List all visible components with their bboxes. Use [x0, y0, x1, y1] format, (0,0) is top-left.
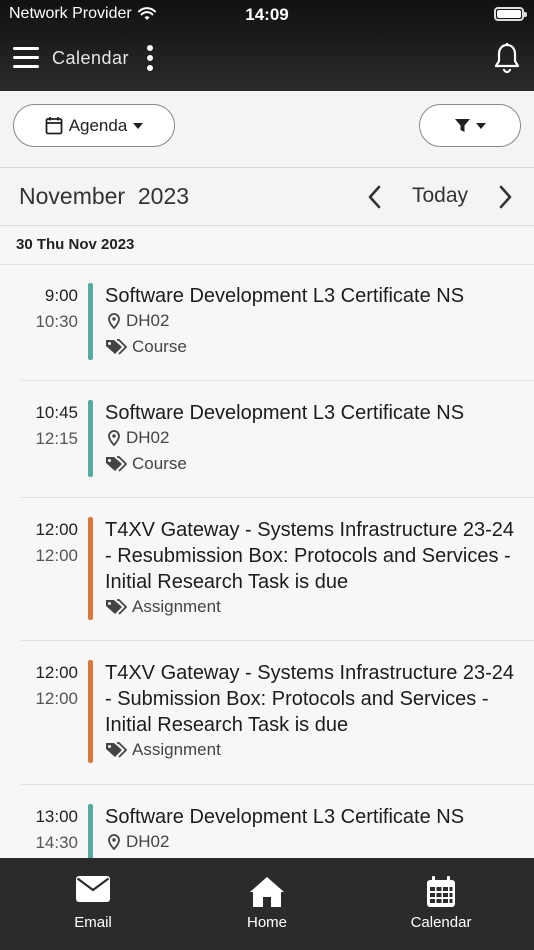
tags-icon — [106, 742, 127, 758]
event-start-time: 13:00 — [35, 807, 78, 826]
event-location-label: DH02 — [126, 832, 170, 851]
event-color-bar — [88, 283, 93, 360]
status-bar: Network Provider 14:09 — [0, 0, 534, 28]
more-options-icon[interactable] — [146, 45, 154, 71]
tab-home-label: Home — [246, 914, 287, 931]
tags-icon — [106, 599, 127, 615]
calendar-small-icon — [45, 117, 63, 135]
filter-button[interactable] — [419, 104, 521, 147]
top-header: Network Provider 14:09 Calendar — [0, 0, 534, 91]
tab-email-label: Email — [74, 914, 112, 931]
event-tag: Assignment — [105, 740, 221, 760]
event-title: Software Development L3 Certificate NS — [105, 285, 465, 307]
menu-icon[interactable] — [13, 47, 39, 69]
event-item[interactable]: 9:00 10:30 Software Development L3 Certi… — [0, 265, 534, 381]
battery-icon — [494, 7, 527, 21]
event-item[interactable]: 12:00 12:00 T4XV Gateway - Systems Infra… — [0, 641, 534, 785]
event-item[interactable]: 13:00 14:30 Software Development L3 Cert… — [0, 785, 534, 858]
tags-icon — [106, 456, 127, 472]
bottom-tab-bar: Email Home Calendar — [0, 858, 534, 950]
filter-icon — [454, 118, 470, 132]
calendar-icon-wrap — [352, 876, 530, 908]
email-icon-wrap — [4, 876, 182, 908]
event-color-bar — [88, 400, 93, 477]
today-button[interactable]: Today — [412, 184, 468, 208]
event-location: DH02 — [107, 428, 169, 448]
month-title: November 2023 — [19, 183, 190, 209]
tab-email[interactable]: Email — [4, 858, 182, 950]
day-header-label: 30 Thu Nov 2023 — [16, 236, 135, 253]
previous-month-chevron-icon[interactable] — [362, 183, 388, 211]
event-end-time: 12:15 — [35, 429, 78, 448]
event-title: Software Development L3 Certificate NS — [105, 806, 465, 828]
event-tag: Assignment — [105, 597, 221, 617]
event-tag-label: Assignment — [132, 597, 221, 616]
event-location-label: DH02 — [126, 311, 170, 330]
event-title: Software Development L3 Certificate NS — [105, 402, 465, 424]
home-icon — [250, 877, 284, 907]
event-title: T4XV Gateway - Systems Infrastructure 23… — [105, 519, 515, 593]
status-time: 14:09 — [245, 5, 289, 24]
tab-calendar-label: Calendar — [410, 914, 472, 931]
event-start-time: 12:00 — [35, 520, 78, 539]
event-end-time: 14:30 — [35, 833, 78, 852]
tab-home[interactable]: Home — [178, 858, 356, 950]
tags-icon — [106, 339, 127, 355]
map-pin-icon — [108, 429, 120, 446]
agenda-list[interactable]: 9:00 10:30 Software Development L3 Certi… — [0, 265, 534, 858]
event-tag-label: Course — [132, 337, 187, 356]
event-end-time: 12:00 — [35, 546, 78, 565]
event-start-time: 10:45 — [35, 403, 78, 422]
caret-down-icon — [475, 122, 486, 129]
event-color-bar — [88, 804, 93, 858]
event-item[interactable]: 12:00 12:00 T4XV Gateway - Systems Infra… — [0, 498, 534, 641]
caret-down-icon — [133, 122, 144, 129]
event-start-time: 12:00 — [35, 663, 78, 682]
event-tag-label: Assignment — [132, 740, 221, 759]
event-location: DH02 — [107, 832, 169, 852]
calendar-icon — [427, 876, 455, 907]
event-location-label: DH02 — [126, 428, 170, 447]
view-selector-label: Agenda — [68, 115, 128, 135]
event-item[interactable]: 10:45 12:15 Software Development L3 Cert… — [0, 381, 534, 498]
notifications-bell-icon[interactable] — [492, 42, 522, 74]
event-end-time: 10:30 — [35, 312, 78, 331]
event-title: T4XV Gateway - Systems Infrastructure 23… — [105, 662, 515, 736]
toolbar: Agenda — [0, 91, 534, 168]
next-month-chevron-icon[interactable] — [492, 183, 518, 211]
event-start-time: 9:00 — [44, 286, 78, 305]
app-bar: Calendar — [0, 36, 534, 82]
event-tag: Course — [105, 454, 187, 474]
event-tag: Course — [105, 337, 187, 357]
envelope-icon — [76, 876, 110, 902]
tab-calendar[interactable]: Calendar — [352, 858, 530, 950]
event-color-bar — [88, 660, 93, 763]
month-header: November 2023 Today — [0, 168, 534, 226]
event-location: DH02 — [107, 311, 169, 331]
event-end-time: 12:00 — [35, 689, 78, 708]
event-color-bar — [88, 517, 93, 620]
view-selector-button[interactable]: Agenda — [13, 104, 175, 147]
event-tag-label: Course — [132, 454, 187, 473]
home-icon-wrap — [178, 876, 356, 908]
app-title: Calendar — [52, 48, 130, 68]
map-pin-icon — [108, 833, 120, 850]
day-header: 30 Thu Nov 2023 — [0, 227, 534, 265]
map-pin-icon — [108, 312, 120, 329]
